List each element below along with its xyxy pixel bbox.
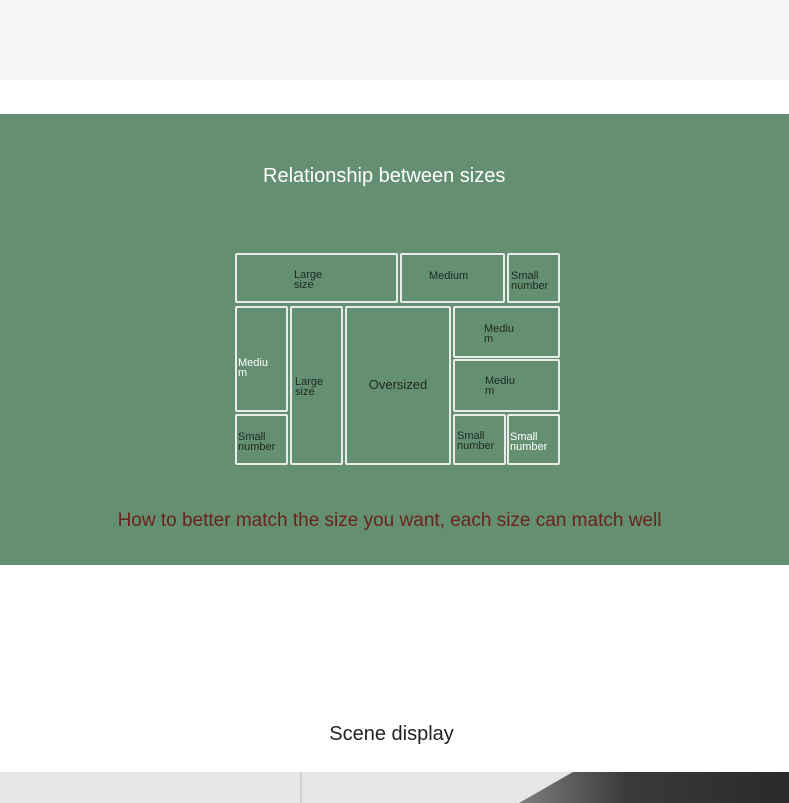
scene-photo <box>0 772 789 803</box>
size-caption: How to better match the size you want, e… <box>117 510 662 531</box>
top-image-band <box>0 0 789 80</box>
section-title: Relationship between sizes <box>263 165 506 187</box>
photo-detail <box>519 772 789 803</box>
scene-display-heading: Scene display <box>329 723 454 745</box>
photo-detail <box>300 772 302 803</box>
